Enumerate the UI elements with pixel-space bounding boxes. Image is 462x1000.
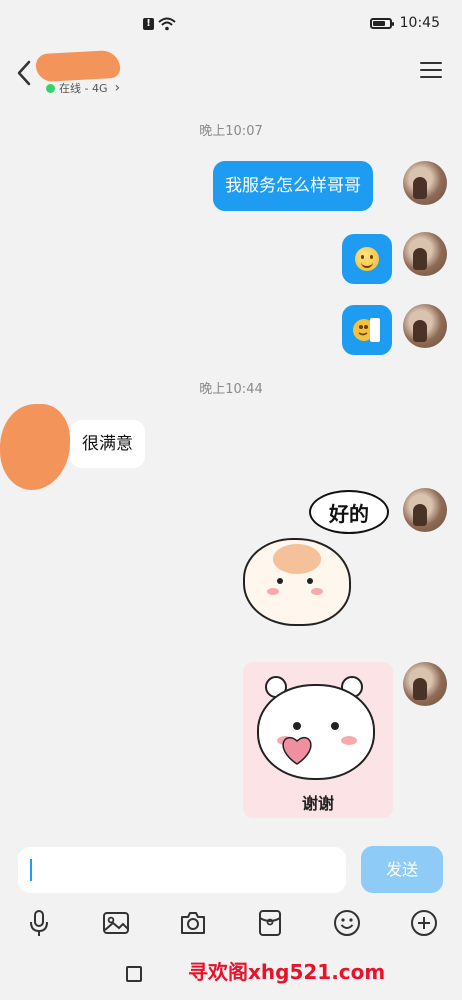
- wifi-icon: [158, 17, 176, 31]
- status-bar: ! 10:45: [0, 0, 462, 46]
- smile-emoji-icon: [355, 247, 379, 271]
- text-cursor: [30, 859, 32, 881]
- menu-button[interactable]: [420, 62, 442, 80]
- avatar[interactable]: [403, 304, 447, 348]
- send-button[interactable]: 发送: [361, 846, 443, 893]
- message-list[interactable]: 晚上10:07 我服务怎么样哥哥 晚上10:44 很满意 好的 谢谢: [0, 102, 462, 838]
- camera-icon[interactable]: [178, 908, 208, 938]
- input-bar: 发送: [0, 838, 462, 902]
- timestamp: 晚上10:44: [199, 382, 263, 397]
- red-packet-icon[interactable]: [255, 908, 285, 938]
- battery-icon: [369, 17, 394, 29]
- status-right: 10:45: [369, 15, 440, 31]
- status-time: 10:45: [399, 15, 440, 31]
- avatar[interactable]: [403, 662, 447, 706]
- message-input[interactable]: [18, 847, 346, 893]
- sticker-thanks[interactable]: 谢谢: [243, 662, 393, 818]
- status-icons: !: [143, 17, 176, 31]
- chat-header: 在线 - 4G ›: [0, 46, 462, 102]
- cat-sticker-body: [243, 538, 351, 626]
- input-toolbar: [0, 902, 462, 946]
- online-status-text: 在线 - 4G: [59, 82, 108, 95]
- peek-emoji-icon: [353, 318, 380, 342]
- recent-apps-button[interactable]: [126, 966, 142, 982]
- speech-bubble: 好的: [309, 490, 389, 534]
- chat-screen: ! 10:45 在线 - 4G › 晚上10:07 我服务怎么样哥哥 晚上10:…: [0, 0, 462, 1000]
- message-bubble-in[interactable]: 很满意: [70, 420, 145, 468]
- emoji-message[interactable]: [342, 305, 392, 355]
- emoji-message[interactable]: [342, 234, 392, 284]
- plus-icon[interactable]: [409, 908, 439, 938]
- system-nav-bar: 寻欢阁xhg521.com: [0, 950, 462, 1000]
- avatar[interactable]: [403, 488, 447, 532]
- sticker-caption: 谢谢: [301, 794, 334, 813]
- sticker-ok[interactable]: 好的: [237, 488, 389, 636]
- bear-sticker-face: [257, 684, 375, 780]
- microphone-icon[interactable]: [24, 908, 54, 938]
- image-icon[interactable]: [101, 908, 131, 938]
- online-dot-icon: [46, 83, 55, 93]
- online-status[interactable]: 在线 - 4G ›: [46, 80, 120, 96]
- timestamp: 晚上10:07: [199, 124, 263, 139]
- heart-icon: [282, 736, 312, 765]
- avatar[interactable]: [403, 232, 447, 276]
- emoji-icon[interactable]: [332, 908, 362, 938]
- watermark: 寻欢阁xhg521.com: [188, 960, 386, 984]
- avatar[interactable]: [403, 161, 447, 205]
- chevron-right-icon: ›: [114, 80, 121, 96]
- contact-name-redacted: [35, 49, 121, 83]
- back-button[interactable]: [12, 58, 36, 88]
- alert-icon: !: [143, 18, 154, 30]
- message-bubble-out[interactable]: 我服务怎么样哥哥: [213, 161, 373, 211]
